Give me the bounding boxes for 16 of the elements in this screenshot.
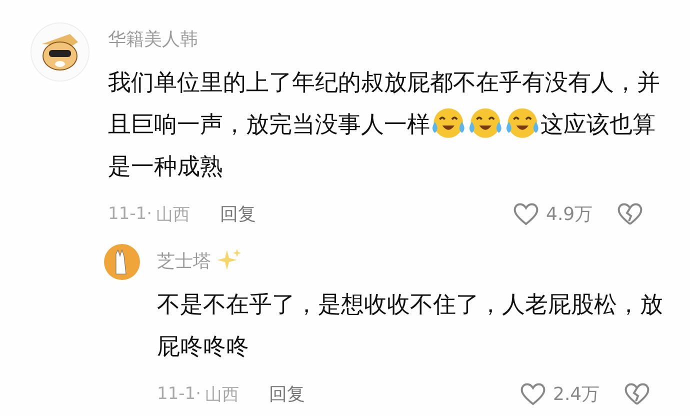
username[interactable]: 芝士塔 [157, 249, 211, 273]
comment-date: 11-1· [157, 384, 201, 404]
comment-text: 我们单位里的上了年纪的叔放屁都不在乎有没有人，并且巨响一声，放完当没事人一样 这应该也算是一种成熟 [108, 69, 661, 182]
like-count: 2.4万 [553, 383, 601, 406]
laughing-crying-emoji-icon [430, 106, 467, 139]
reply-button[interactable]: 回复 [220, 202, 256, 226]
reply-button[interactable]: 回复 [269, 382, 305, 406]
laughing-crying-emoji-icon [504, 106, 540, 139]
laughing-crying-emoji-icon [466, 106, 504, 139]
comment-text: 不是不在乎了，是想收收不住了，人老屁股松，放屁咚咚咚 [157, 291, 664, 362]
comment-location: 山西 [156, 204, 190, 226]
username[interactable]: 华籍美人韩 [108, 27, 198, 51]
like-count: 4.9万 [546, 203, 594, 226]
comment-location: 山西 [205, 384, 239, 406]
comment-date: 11-1· [108, 204, 152, 224]
avatar[interactable] [30, 22, 90, 82]
